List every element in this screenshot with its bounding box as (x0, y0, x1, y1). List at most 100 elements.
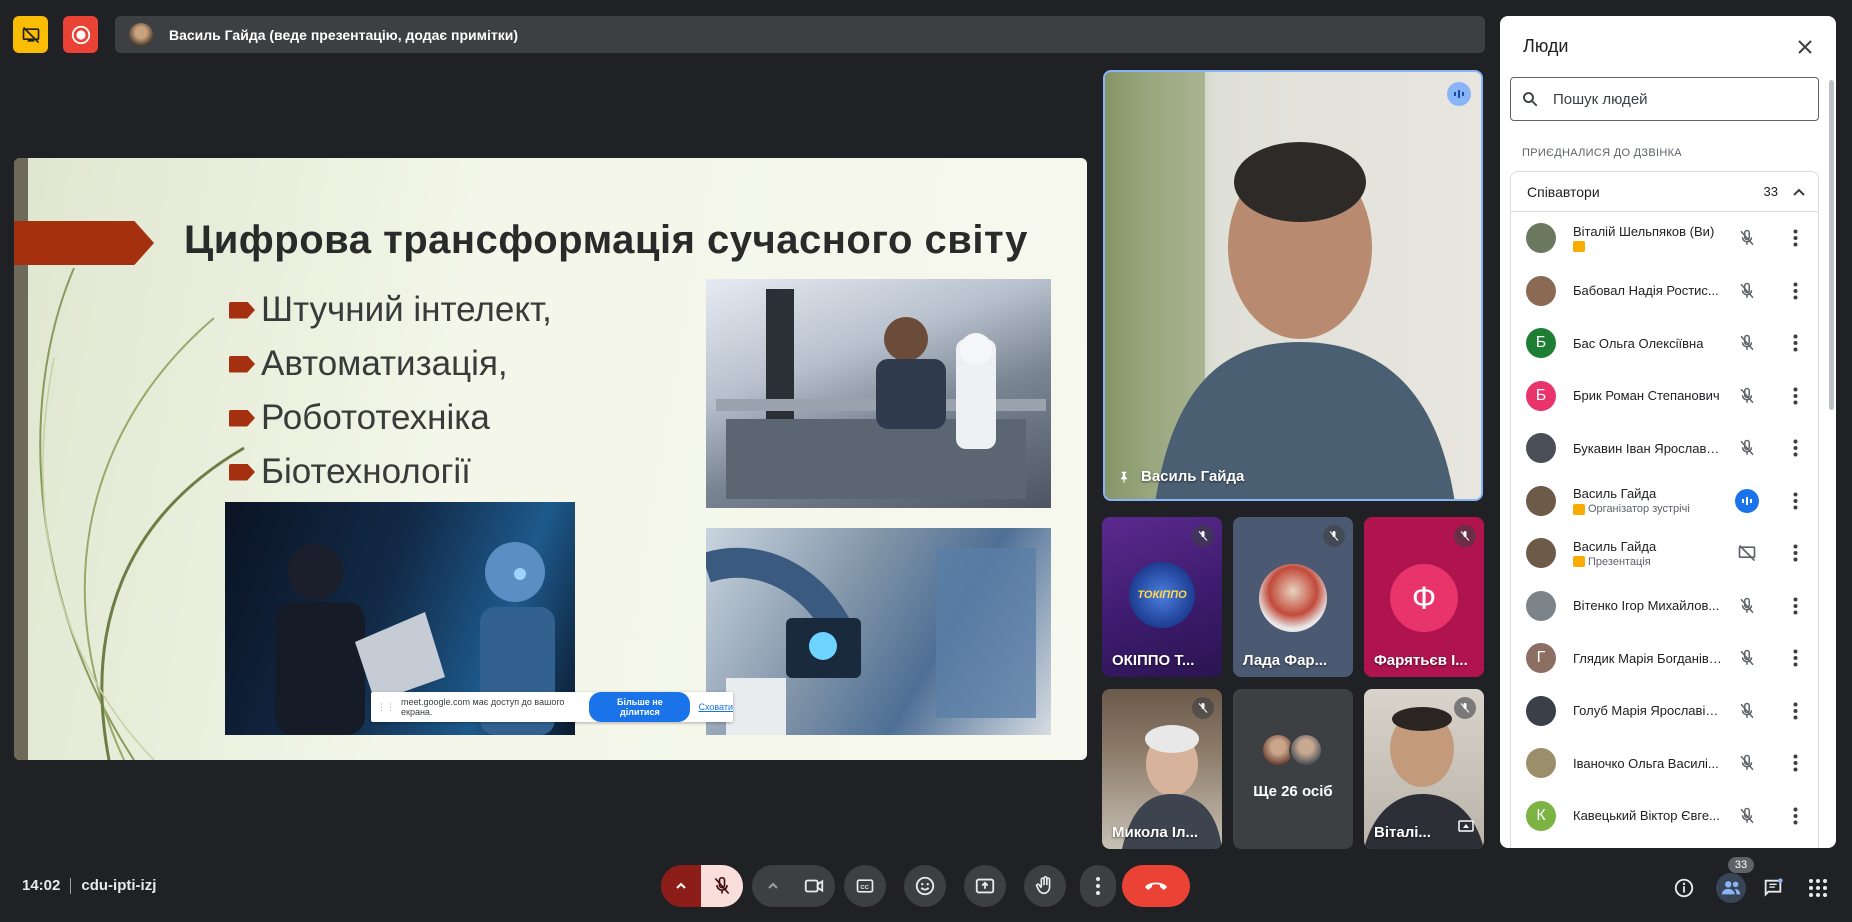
participant-avatar (1526, 433, 1556, 464)
participant-row[interactable]: Букавин Іван Ярославо... (1511, 422, 1818, 475)
factory-worker-image (706, 279, 1051, 508)
mic-off-icon[interactable] (1735, 699, 1759, 723)
logo-text: ТОКІППО (1137, 589, 1187, 601)
participant-row[interactable]: Іваночко Ольга Василі... (1511, 737, 1818, 790)
participant-tile[interactable]: Микола Іл... (1102, 689, 1222, 849)
participant-row[interactable]: К Кавецький Віктор Євге... (1511, 790, 1818, 843)
bullet-arrow-icon (229, 463, 255, 481)
speaking-indicator-icon (1447, 82, 1471, 106)
mic-off-icon[interactable] (1735, 751, 1759, 775)
participant-row[interactable]: Віталій Шельпяков (Ви) (1511, 212, 1818, 265)
more-vert-icon[interactable] (1783, 594, 1807, 618)
participant-initial-avatar: Б (1526, 380, 1556, 411)
drag-handle-icon[interactable]: ⋮⋮ (377, 702, 395, 713)
search-people-field[interactable] (1510, 77, 1819, 121)
participant-name: Глядик Марія Богданівна (1573, 650, 1723, 666)
main-speaker-name: Василь Гайда (1117, 468, 1244, 485)
participant-name: Вітенко Ігор Михайлов... (1573, 598, 1720, 614)
participant-info: Бас Ольга Олексіївна (1573, 336, 1723, 351)
people-button[interactable] (1716, 873, 1746, 903)
participant-tile[interactable]: Віталі... (1364, 689, 1484, 849)
slide-bullet: Автоматизація, (229, 337, 552, 391)
close-panel-button[interactable] (1792, 34, 1818, 60)
activities-button[interactable] (1805, 875, 1831, 901)
more-vert-icon[interactable] (1783, 331, 1807, 355)
group-header[interactable]: Співавтори 33 (1511, 172, 1818, 212)
video-options-button[interactable] (753, 865, 793, 907)
present-screen-button[interactable] (964, 865, 1006, 907)
participant-avatar (1526, 275, 1556, 306)
stop-sharing-button[interactable]: Більше не ділитися (589, 692, 691, 722)
participant-info: Брик Роман Степанович (1573, 388, 1723, 403)
hide-share-bar-link[interactable]: Сховати (698, 702, 733, 712)
participant-avatar (1526, 223, 1556, 254)
captions-button[interactable]: CC (844, 865, 886, 907)
participant-avatar (1526, 538, 1556, 569)
more-vert-icon[interactable] (1783, 751, 1807, 775)
presentation-audio-off-icon[interactable] (1735, 541, 1759, 565)
chat-icon (1764, 878, 1783, 897)
participant-row[interactable]: Б Бас Ольга Олексіївна (1511, 317, 1818, 370)
more-vert-icon[interactable] (1783, 226, 1807, 250)
participant-avatar (1289, 733, 1323, 767)
share-message: meet.google.com має доступ до вашого екр… (401, 697, 565, 717)
captions-icon: CC (856, 879, 874, 893)
people-count-badge: 33 (1728, 857, 1754, 873)
mic-off-icon[interactable] (1735, 804, 1759, 828)
reactions-button[interactable] (904, 865, 946, 907)
participant-tile[interactable]: Лада Фар... (1233, 517, 1353, 677)
more-options-button[interactable] (1080, 865, 1116, 907)
more-vert-icon (1096, 877, 1100, 895)
mic-off-icon[interactable] (1735, 436, 1759, 460)
participant-row[interactable]: Василь Гайда Організатор зустрічі (1511, 475, 1818, 528)
svg-text:CC: CC (860, 885, 869, 891)
bullet-text: Біотехнології (261, 452, 471, 491)
participant-name: Букавин Іван Ярославо... (1573, 440, 1723, 456)
mic-off-icon[interactable] (1735, 331, 1759, 355)
more-vert-icon[interactable] (1783, 804, 1807, 828)
participant-tile[interactable]: ТОКІППО ОКІППО Т... (1102, 517, 1222, 677)
main-speaker-tile[interactable]: Василь Гайда (1103, 70, 1483, 501)
participant-name: Віталі... (1374, 824, 1431, 841)
bullet-text: Штучний інтелект, (261, 290, 552, 329)
more-participants-tile[interactable]: Ще 26 осіб (1233, 689, 1353, 849)
search-input[interactable] (1553, 90, 1783, 108)
mic-off-icon[interactable] (1735, 279, 1759, 303)
end-call-button[interactable] (1122, 865, 1190, 907)
participant-name: Василь Гайда (1573, 538, 1657, 554)
participant-row[interactable]: Бабовал Надія Ростис... (1511, 265, 1818, 318)
mic-off-icon[interactable] (1735, 646, 1759, 670)
more-vert-icon[interactable] (1783, 646, 1807, 670)
mic-off-icon (1192, 697, 1214, 719)
participant-row[interactable]: Вітенко Ігор Михайлов... (1511, 580, 1818, 633)
participant-row[interactable]: Г Глядик Марія Богданівна (1511, 632, 1818, 685)
more-vert-icon[interactable] (1783, 384, 1807, 408)
meeting-details-button[interactable] (1671, 875, 1697, 901)
participant-name: Микола Іл... (1112, 824, 1199, 841)
camera-toggle-button[interactable] (793, 865, 835, 907)
more-vert-icon[interactable] (1783, 489, 1807, 513)
chevron-up-icon (676, 882, 686, 889)
panel-scrollbar[interactable] (1829, 80, 1834, 410)
mic-off-icon[interactable] (1735, 594, 1759, 618)
divider (70, 877, 72, 894)
participant-row[interactable]: Василь Гайда Презентація (1511, 527, 1818, 580)
chat-button[interactable] (1760, 875, 1786, 901)
more-vert-icon[interactable] (1783, 699, 1807, 723)
mic-off-icon[interactable] (1735, 226, 1759, 250)
mic-toggle-button[interactable] (701, 865, 743, 907)
participant-name: Кавецький Віктор Євге... (1573, 808, 1720, 824)
more-vert-icon[interactable] (1783, 436, 1807, 460)
audio-options-button[interactable] (661, 865, 701, 907)
participant-info: Кавецький Віктор Євге... (1573, 808, 1723, 823)
speaking-indicator-icon[interactable] (1735, 488, 1759, 513)
participant-row[interactable]: Голуб Марія Ярославів... (1511, 685, 1818, 738)
participant-row[interactable]: Б Брик Роман Степанович (1511, 370, 1818, 423)
raise-hand-button[interactable] (1024, 865, 1066, 907)
mic-off-icon[interactable] (1735, 384, 1759, 408)
participant-tile[interactable]: Ф Фарятьєв І... (1364, 517, 1484, 677)
recording-icon[interactable] (63, 16, 98, 53)
more-vert-icon[interactable] (1783, 541, 1807, 565)
presentation-status-icon[interactable] (13, 16, 48, 53)
more-vert-icon[interactable] (1783, 279, 1807, 303)
